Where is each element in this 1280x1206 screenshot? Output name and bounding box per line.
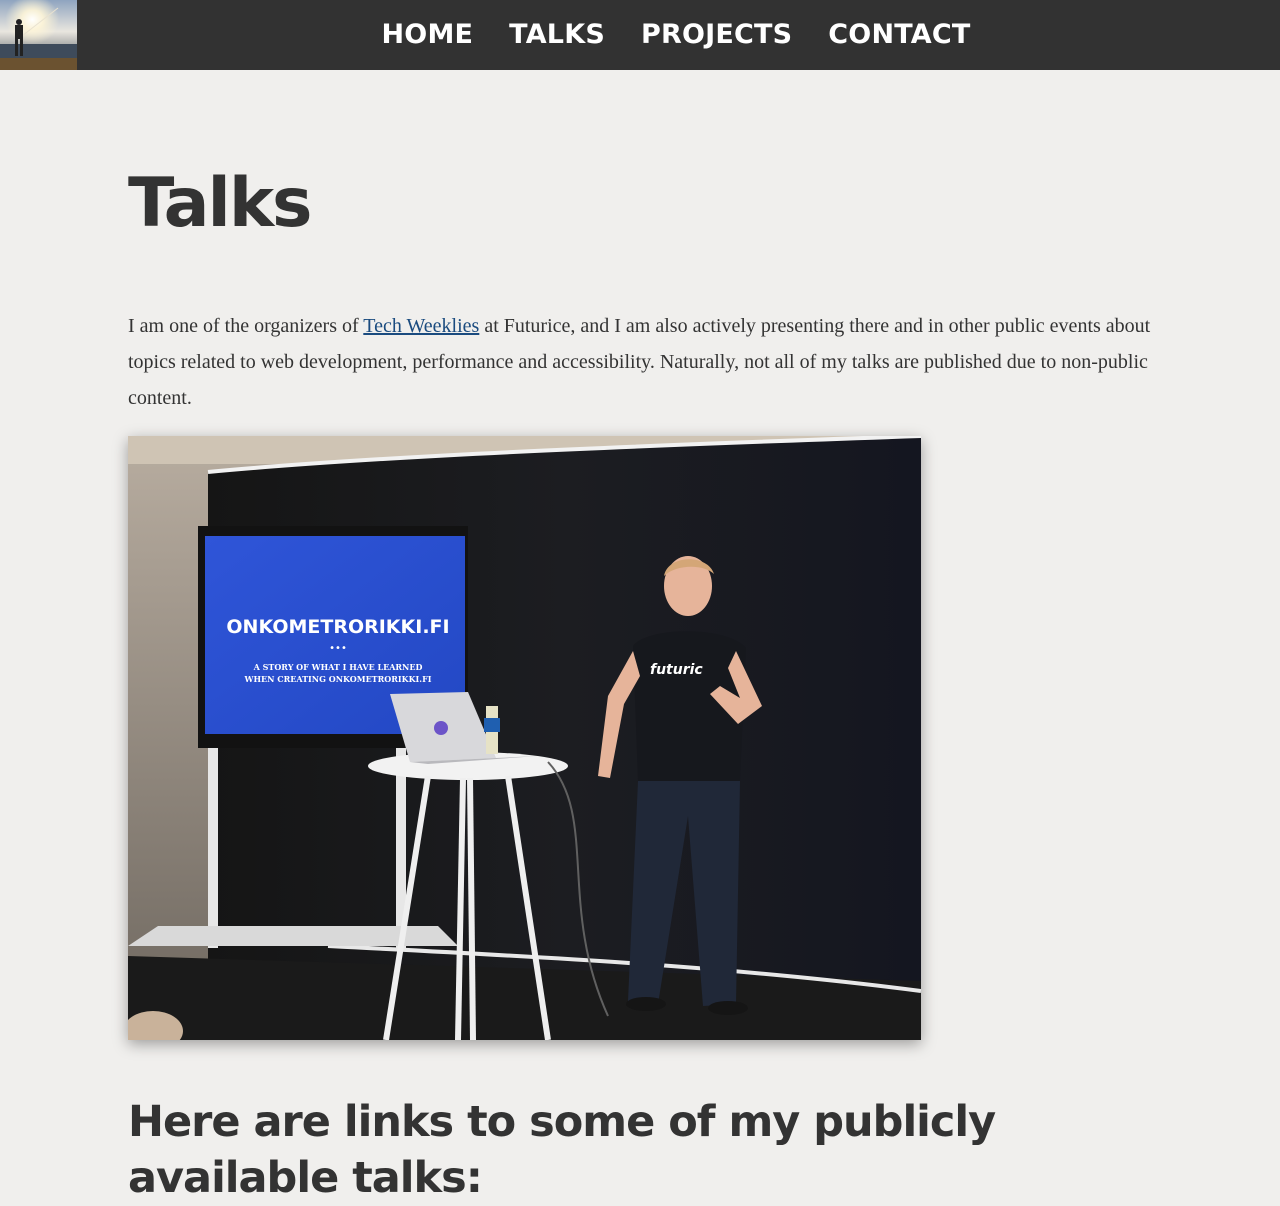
slide-title: ONKOMETRORIKKI.FI	[226, 616, 449, 638]
tech-weeklies-link[interactable]: Tech Weeklies	[363, 315, 479, 337]
talk-photo: ONKOMETRORIKKI.FI ••• A STORY OF WHAT I …	[128, 436, 921, 1040]
top-navigation-bar: HOME TALKS PROJECTS CONTACT	[0, 0, 1280, 70]
nav-home-link[interactable]: HOME	[382, 0, 474, 70]
slide-subtitle-2: WHEN CREATING ONKOMETRORIKKI.FI	[243, 674, 431, 684]
shirt-logo: futuric	[650, 662, 703, 678]
slide-subtitle-1: A STORY OF WHAT I HAVE LEARNED	[253, 662, 423, 672]
nav-projects-link[interactable]: PROJECTS	[641, 0, 792, 70]
nav-contact-link[interactable]: CONTACT	[828, 0, 970, 70]
nav-talks-link[interactable]: TALKS	[509, 0, 605, 70]
main-nav: HOME TALKS PROJECTS CONTACT	[36, 0, 1280, 70]
intro-text-before: I am one of the organizers of	[128, 315, 364, 337]
page-title: Talks	[128, 164, 313, 243]
main-content: Talks I am one of the organizers of Tech…	[128, 70, 1158, 1206]
slide-dots: •••	[329, 643, 347, 654]
talks-links-heading: Here are links to some of my publicly av…	[128, 1097, 996, 1203]
intro-paragraph: I am one of the organizers of Tech Weekl…	[128, 308, 1158, 416]
